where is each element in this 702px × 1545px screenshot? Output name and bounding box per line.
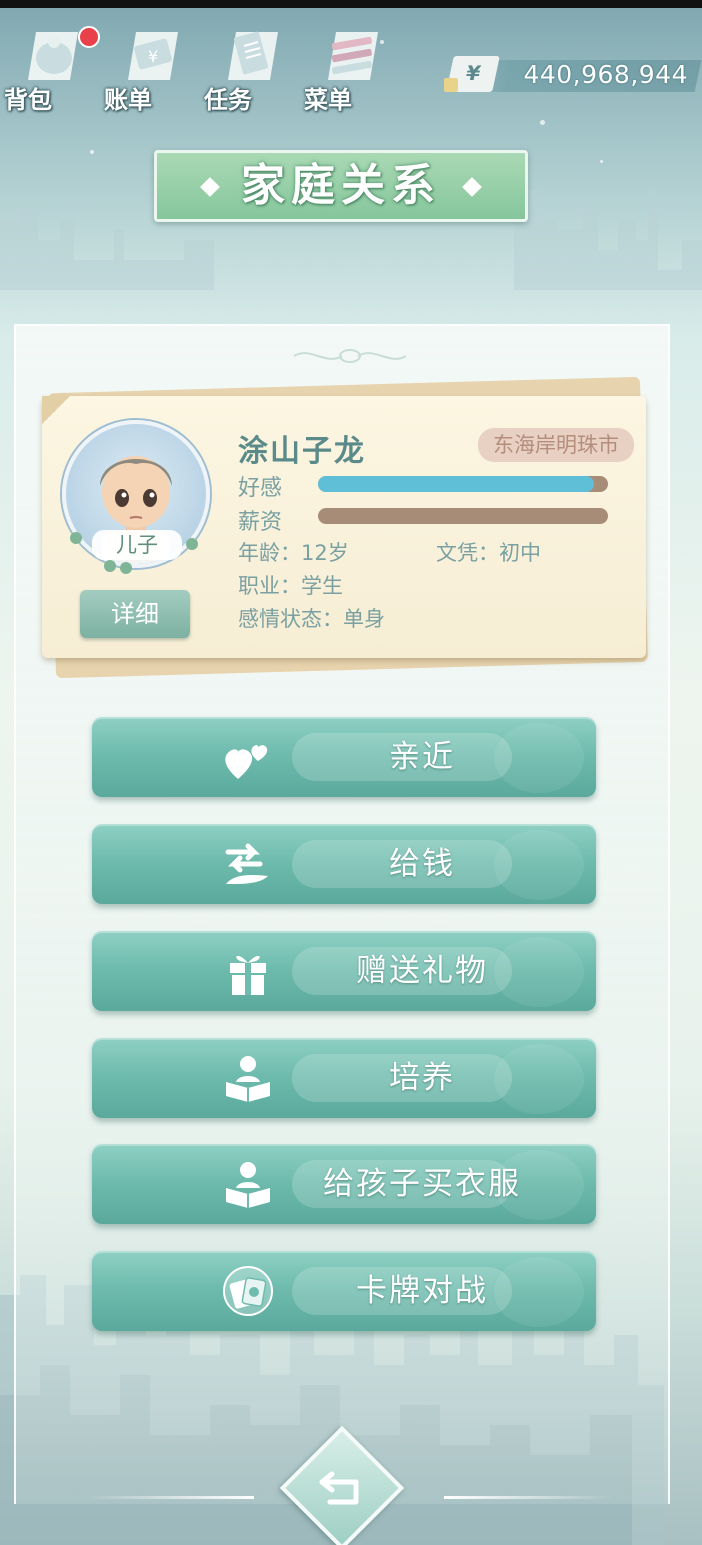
action-label: 亲近 — [389, 739, 455, 775]
education-info: 文凭：初中 — [436, 537, 541, 567]
menu-item-task[interactable]: 任务 — [204, 16, 294, 114]
divider-line-right — [444, 1496, 614, 1499]
relationship-label: 感情状态： — [238, 607, 343, 631]
education-value: 初中 — [499, 541, 541, 565]
leaf-ornament — [104, 560, 116, 572]
age-info: 年龄：12岁 — [238, 537, 349, 567]
leaf-ornament — [70, 532, 82, 544]
menu-label-menu: 菜单 — [304, 86, 352, 114]
affection-bar-fill — [318, 476, 594, 492]
bag-icon — [28, 32, 78, 80]
menu-item-bill[interactable]: ¥ 账单 — [104, 16, 194, 114]
menu-label-task: 任务 — [204, 86, 252, 114]
back-arrow-icon[interactable] — [312, 1458, 372, 1518]
menu-item-menu[interactable]: 菜单 — [304, 16, 394, 114]
card-fold — [42, 396, 70, 424]
money-value: 440,968,944 — [523, 60, 688, 89]
sparkle — [600, 160, 603, 163]
stat-label-affection: 好感 — [238, 476, 283, 501]
role-label: 儿子 — [92, 530, 182, 560]
menu-item-bag[interactable]: 背包 — [4, 16, 100, 114]
action-label: 给钱 — [389, 846, 455, 882]
leaf-ornament — [120, 562, 132, 574]
coin-icon — [444, 78, 458, 92]
action-label: 卡牌对战 — [356, 1273, 488, 1309]
action-label: 给孩子买衣服 — [323, 1166, 521, 1202]
flourish-ornament — [293, 349, 407, 363]
bill-icon: ¥ — [128, 32, 178, 80]
sparkle — [540, 120, 545, 125]
salary-bar — [318, 508, 608, 524]
task-icon — [228, 31, 278, 80]
relationship-value: 单身 — [343, 607, 385, 631]
notification-dot — [78, 26, 100, 48]
status-strip — [0, 0, 702, 8]
affection-bar — [318, 476, 608, 492]
diamond-icon — [200, 177, 220, 197]
money-display: ¥ 440,968,944 — [444, 56, 702, 96]
sparkle — [90, 150, 94, 154]
location-badge: 东海岸明珠市 — [478, 428, 634, 462]
diamond-icon — [462, 177, 482, 197]
stat-label-salary: 薪资 — [238, 510, 283, 535]
menu-icon — [328, 32, 378, 80]
page-title-banner: 家庭关系 — [154, 150, 528, 222]
age-label: 年龄： — [238, 541, 301, 565]
leaf-ornament — [186, 538, 198, 550]
page-title: 家庭关系 — [241, 160, 441, 211]
relationship-info: 感情状态：单身 — [238, 603, 385, 633]
action-label: 培养 — [389, 1060, 455, 1096]
divider-line-left — [84, 1496, 254, 1499]
character-name: 涂山子龙 — [238, 434, 366, 469]
detail-button[interactable]: 详细 — [80, 590, 190, 638]
job-value: 学生 — [301, 574, 343, 598]
action-button-close[interactable]: 亲近 — [92, 717, 596, 797]
top-menu: 背包 ¥ 账单 任务 菜单 ¥ 440,968,944 — [0, 8, 702, 114]
menu-label-bill: 账单 — [104, 86, 152, 114]
education-label: 文凭： — [436, 541, 499, 565]
action-button-buy-clothes[interactable]: 给孩子买衣服 — [92, 1144, 596, 1224]
svg-text:¥: ¥ — [148, 47, 158, 66]
age-value: 12岁 — [301, 541, 349, 565]
job-label: 职业： — [238, 574, 301, 598]
action-button-cultivate[interactable]: 培养 — [92, 1038, 596, 1118]
menu-label-bag: 背包 — [4, 86, 52, 114]
action-label: 赠送礼物 — [356, 953, 488, 989]
action-button-gift[interactable]: 赠送礼物 — [92, 931, 596, 1011]
job-info: 职业：学生 — [238, 570, 343, 600]
action-button-give-money[interactable]: 给钱 — [92, 824, 596, 904]
action-button-card-battle[interactable]: 卡牌对战 — [92, 1251, 596, 1331]
